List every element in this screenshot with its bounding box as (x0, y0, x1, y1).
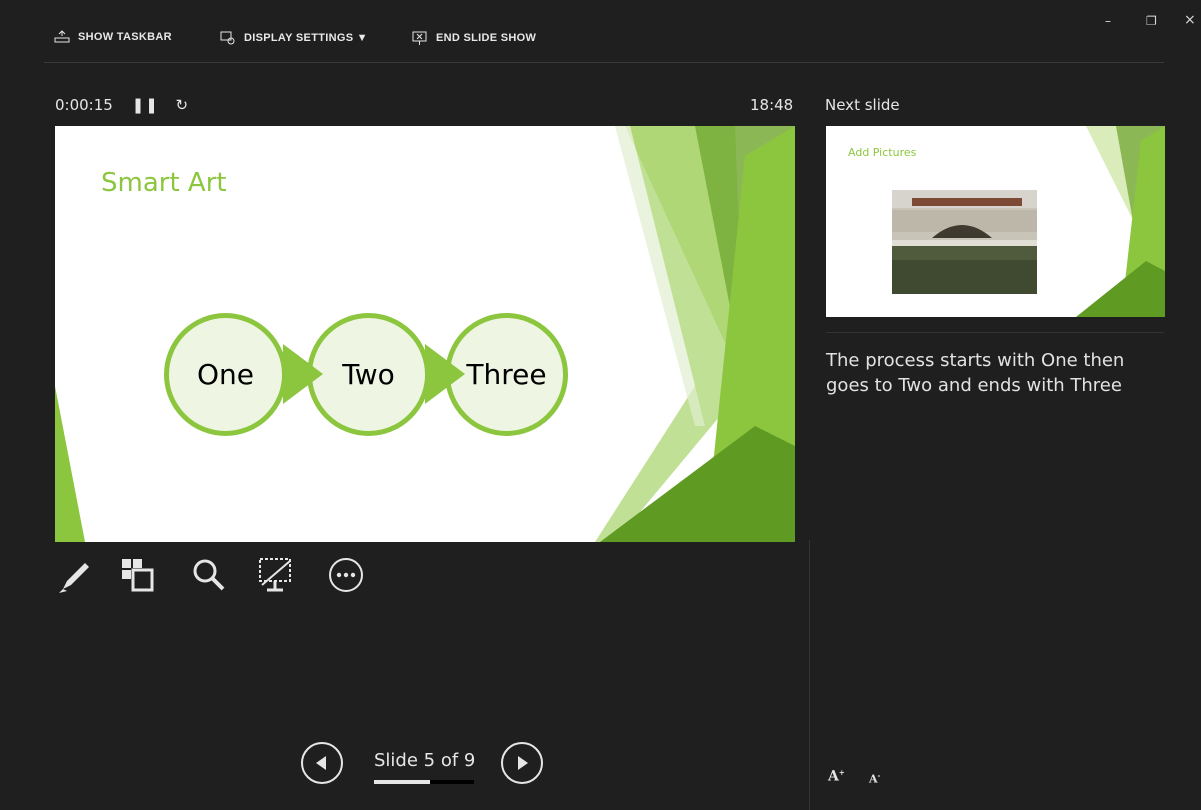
display-settings-icon (220, 31, 235, 45)
panel-divider (809, 540, 810, 810)
arrow-right-icon (425, 344, 465, 404)
next-slide-thumbnail[interactable]: Add Pictures (826, 126, 1165, 317)
timer-bar: 0:00:15 ❚❚ ↻ (55, 96, 188, 114)
show-taskbar-label: SHOW TASKBAR (78, 31, 172, 43)
end-slide-show-label: END SLIDE SHOW (436, 32, 537, 44)
next-slide-title: Add Pictures (848, 146, 917, 159)
next-arrow-icon (518, 756, 528, 770)
restore-button[interactable]: ❐ (1146, 14, 1157, 28)
increase-font-label: A (828, 768, 839, 785)
current-slide[interactable]: Smart Art One Two Three (55, 126, 795, 542)
arrow-right-icon (283, 344, 323, 404)
clock: 18:48 (750, 96, 794, 114)
bridge-photo (892, 190, 1037, 294)
display-settings-label: DISPLAY SETTINGS ▼ (244, 32, 368, 44)
taskbar-icon (54, 30, 70, 43)
decrease-font-label: A (869, 772, 878, 786)
decrease-font-button[interactable]: A- (869, 771, 880, 786)
minimize-button[interactable]: – (1105, 14, 1111, 28)
slide-progress-fill (374, 780, 430, 784)
previous-slide-button[interactable] (301, 742, 343, 784)
slide-progress-bar (374, 780, 474, 784)
previous-arrow-icon (316, 756, 326, 770)
end-show-icon (412, 31, 427, 45)
notes-divider (826, 332, 1164, 333)
zoom-icon[interactable] (189, 555, 229, 595)
show-taskbar-button[interactable]: SHOW TASKBAR (54, 30, 172, 44)
slide-title: Smart Art (101, 168, 227, 198)
reset-timer-icon[interactable]: ↻ (176, 96, 189, 114)
display-settings-button[interactable]: DISPLAY SETTINGS ▼ (220, 30, 368, 46)
increase-font-button[interactable]: A+ (828, 768, 845, 785)
slide-counter[interactable]: Slide 5 of 9 (374, 750, 475, 771)
next-slide-label: Next slide (825, 96, 900, 114)
smart-art-node-one: One (164, 313, 287, 436)
black-screen-icon[interactable] (256, 555, 296, 595)
elapsed-time: 0:00:15 (55, 96, 113, 114)
toolbar-divider (44, 62, 1164, 63)
next-slide-button[interactable] (501, 742, 543, 784)
slides-grid-icon[interactable] (118, 555, 158, 595)
pause-icon[interactable]: ❚❚ (132, 96, 159, 114)
pen-icon[interactable] (55, 555, 95, 595)
node-label: Three (466, 358, 547, 391)
speaker-notes: The process starts with One then goes to… (826, 350, 1125, 396)
node-label: Two (342, 358, 395, 391)
end-slide-show-button[interactable]: END SLIDE SHOW (412, 30, 536, 46)
node-label: One (196, 358, 254, 391)
close-button[interactable]: × (1184, 12, 1196, 28)
more-options-icon[interactable] (326, 555, 366, 595)
smart-art-node-two: Two (307, 313, 430, 436)
